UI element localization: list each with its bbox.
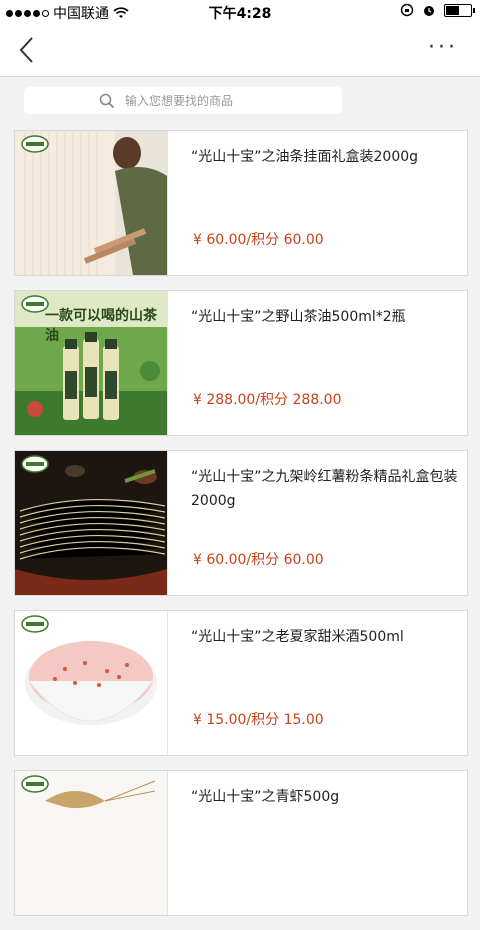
brand-logo-icon [21, 455, 49, 473]
product-image-noodles [15, 131, 168, 275]
brand-logo-icon [21, 295, 49, 313]
more-button[interactable]: ··· [428, 34, 464, 66]
product-price: ¥ 288.00/积分 288.00 [193, 392, 342, 408]
product-title: “光山十宝”之青虾500g [191, 789, 340, 805]
back-button[interactable] [12, 30, 44, 70]
product-card[interactable]: “光山十宝”之九架岭红薯粉条精品礼盒包装2000g ¥ 60.00/积分 60.… [14, 450, 468, 596]
product-image-rice-wine [15, 611, 168, 755]
status-right [400, 3, 475, 17]
product-title: “光山十宝”之野山茶油500ml*2瓶 [191, 309, 406, 325]
battery-icon [444, 3, 475, 17]
product-price: ¥ 60.00/积分 60.00 [193, 232, 324, 248]
product-title: “光山十宝”之油条挂面礼盒装2000g [191, 149, 419, 165]
brand-logo-icon [21, 135, 49, 153]
product-title: “光山十宝”之老夏家甜米酒500ml [191, 629, 404, 645]
product-price: ¥ 60.00/积分 60.00 [193, 552, 324, 568]
search-input[interactable] [123, 92, 267, 109]
search-box[interactable] [24, 87, 342, 114]
product-image-banner-text: 一款可以喝的山茶油 [45, 308, 157, 344]
search-icon [99, 93, 115, 108]
product-image-vermicelli [15, 451, 168, 595]
product-card[interactable]: “光山十宝”之老夏家甜米酒500ml ¥ 15.00/积分 15.00 [14, 610, 468, 756]
brand-logo-icon [21, 615, 49, 633]
rotation-lock-icon [400, 3, 414, 17]
product-image-shrimp [15, 771, 168, 915]
product-list: “光山十宝”之油条挂面礼盒装2000g ¥ 60.00/积分 60.00 一款可… [14, 130, 468, 930]
status-bar: 中国联通 下午4:28 [0, 0, 480, 24]
product-card[interactable]: “光山十宝”之油条挂面礼盒装2000g ¥ 60.00/积分 60.00 [14, 130, 468, 276]
chevron-left-icon [19, 37, 33, 63]
product-image-tea-oil: 一款可以喝的山茶油 [15, 291, 168, 435]
product-card[interactable]: 一款可以喝的山茶油 “光山十宝”之野山茶油500ml*2瓶 ¥ 288.00/积… [14, 290, 468, 436]
brand-logo-icon [21, 775, 49, 793]
alarm-icon [424, 6, 434, 16]
product-price: ¥ 15.00/积分 15.00 [193, 712, 324, 728]
battery-level [446, 5, 459, 15]
product-title: “光山十宝”之九架岭红薯粉条精品礼盒包装2000g [191, 469, 458, 509]
nav-bar: ··· [0, 24, 480, 76]
product-card[interactable]: “光山十宝”之青虾500g [14, 770, 468, 916]
search-area [0, 76, 480, 125]
